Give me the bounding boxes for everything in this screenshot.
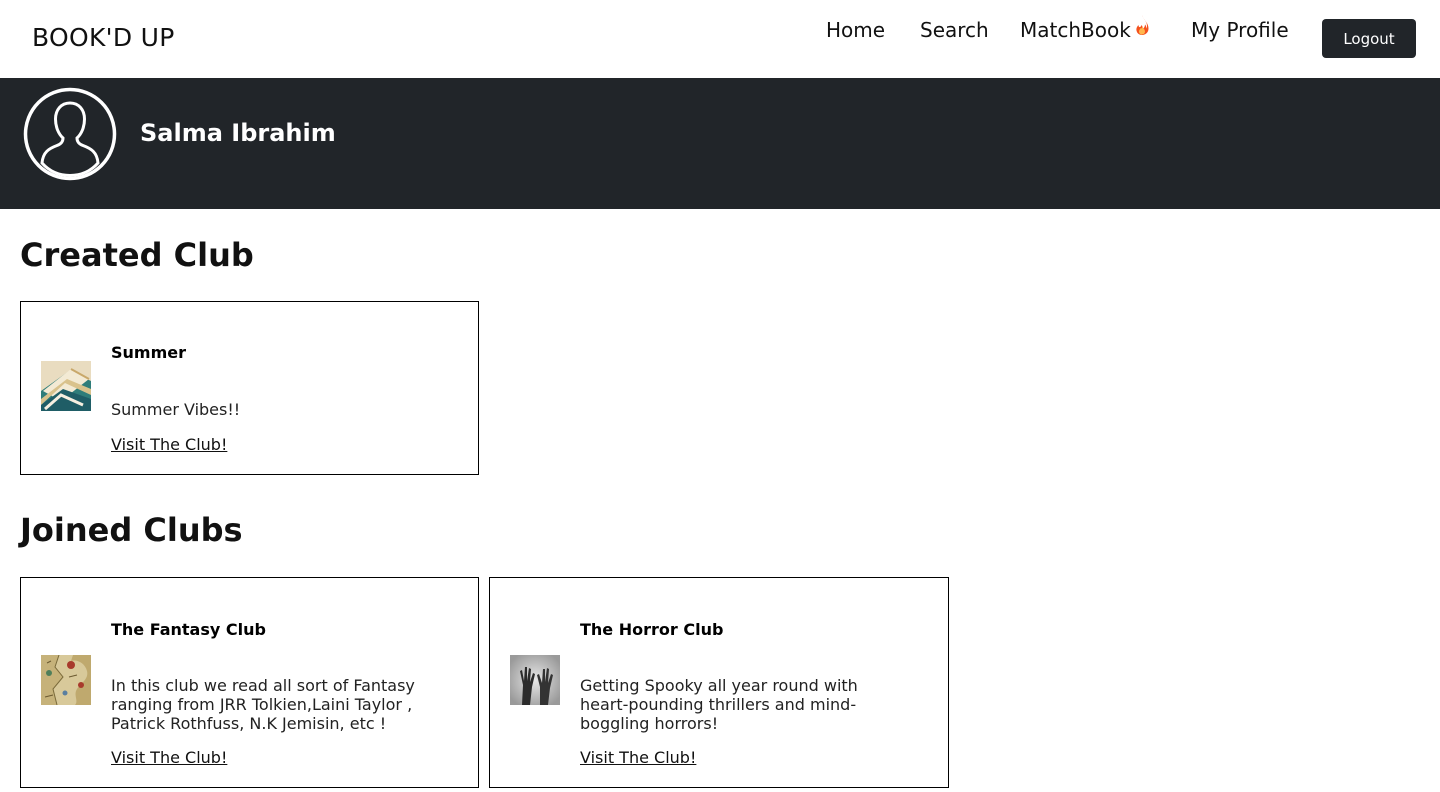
club-description: Summer Vibes!! xyxy=(111,400,241,419)
nav-matchbook-label: MatchBook xyxy=(1020,18,1131,42)
nav-search-link[interactable]: Search xyxy=(920,18,989,42)
visit-club-link[interactable]: Visit The Club! xyxy=(580,748,696,767)
club-name: The Horror Club xyxy=(580,620,724,639)
logout-button[interactable]: Logout xyxy=(1322,19,1416,58)
created-club-heading: Created Club xyxy=(20,236,254,274)
brand-logo[interactable]: BOOK'D UP xyxy=(32,23,175,52)
profile-banner: Salma Ibrahim xyxy=(0,78,1440,209)
fantasy-map-image xyxy=(41,655,91,705)
visit-club-link[interactable]: Visit The Club! xyxy=(111,748,227,767)
hands-behind-glass-image xyxy=(510,655,560,705)
nav-matchbook-link[interactable]: MatchBook xyxy=(1020,15,1152,42)
club-card-summer: Summer Summer Vibes!! Visit The Club! xyxy=(20,301,479,475)
user-silhouette-icon xyxy=(23,87,117,181)
top-navbar: BOOK'D UP Home Search MatchBook My Profi… xyxy=(0,0,1440,78)
club-card-horror: The Horror Club Getting Spooky all year … xyxy=(489,577,949,788)
nav-home-link[interactable]: Home xyxy=(826,18,885,42)
joined-clubs-heading: Joined Clubs xyxy=(20,511,243,549)
club-description: In this club we read all sort of Fantasy… xyxy=(111,676,415,733)
club-name: Summer xyxy=(111,343,186,362)
profile-username: Salma Ibrahim xyxy=(140,119,336,147)
fire-icon xyxy=(1132,14,1152,41)
club-name: The Fantasy Club xyxy=(111,620,266,639)
club-description: Getting Spooky all year round with heart… xyxy=(580,676,858,733)
nav-my-profile-link[interactable]: My Profile xyxy=(1191,18,1289,42)
visit-club-link[interactable]: Visit The Club! xyxy=(111,435,227,454)
club-card-fantasy: The Fantasy Club In this club we read al… xyxy=(20,577,479,788)
open-book-pages-image xyxy=(41,361,91,411)
